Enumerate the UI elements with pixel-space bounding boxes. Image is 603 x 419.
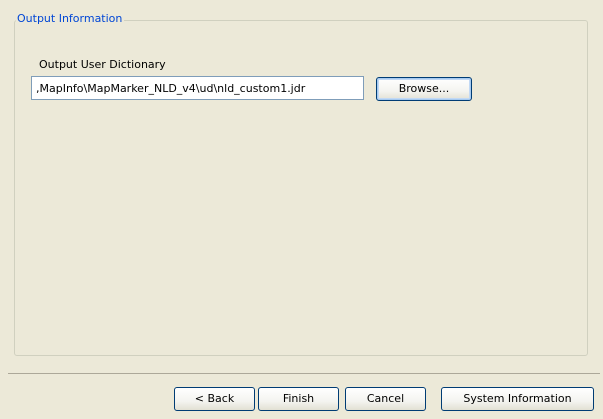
cancel-button[interactable]: Cancel bbox=[345, 387, 426, 411]
output-dictionary-label: Output User Dictionary bbox=[39, 58, 166, 71]
output-dictionary-path-input[interactable] bbox=[31, 76, 364, 100]
browse-button[interactable]: Browse... bbox=[376, 77, 472, 101]
system-information-button[interactable]: System Information bbox=[441, 387, 594, 411]
back-button[interactable]: < Back bbox=[174, 387, 255, 411]
finish-button[interactable]: Finish bbox=[258, 387, 339, 411]
group-title: Output Information bbox=[16, 12, 125, 26]
